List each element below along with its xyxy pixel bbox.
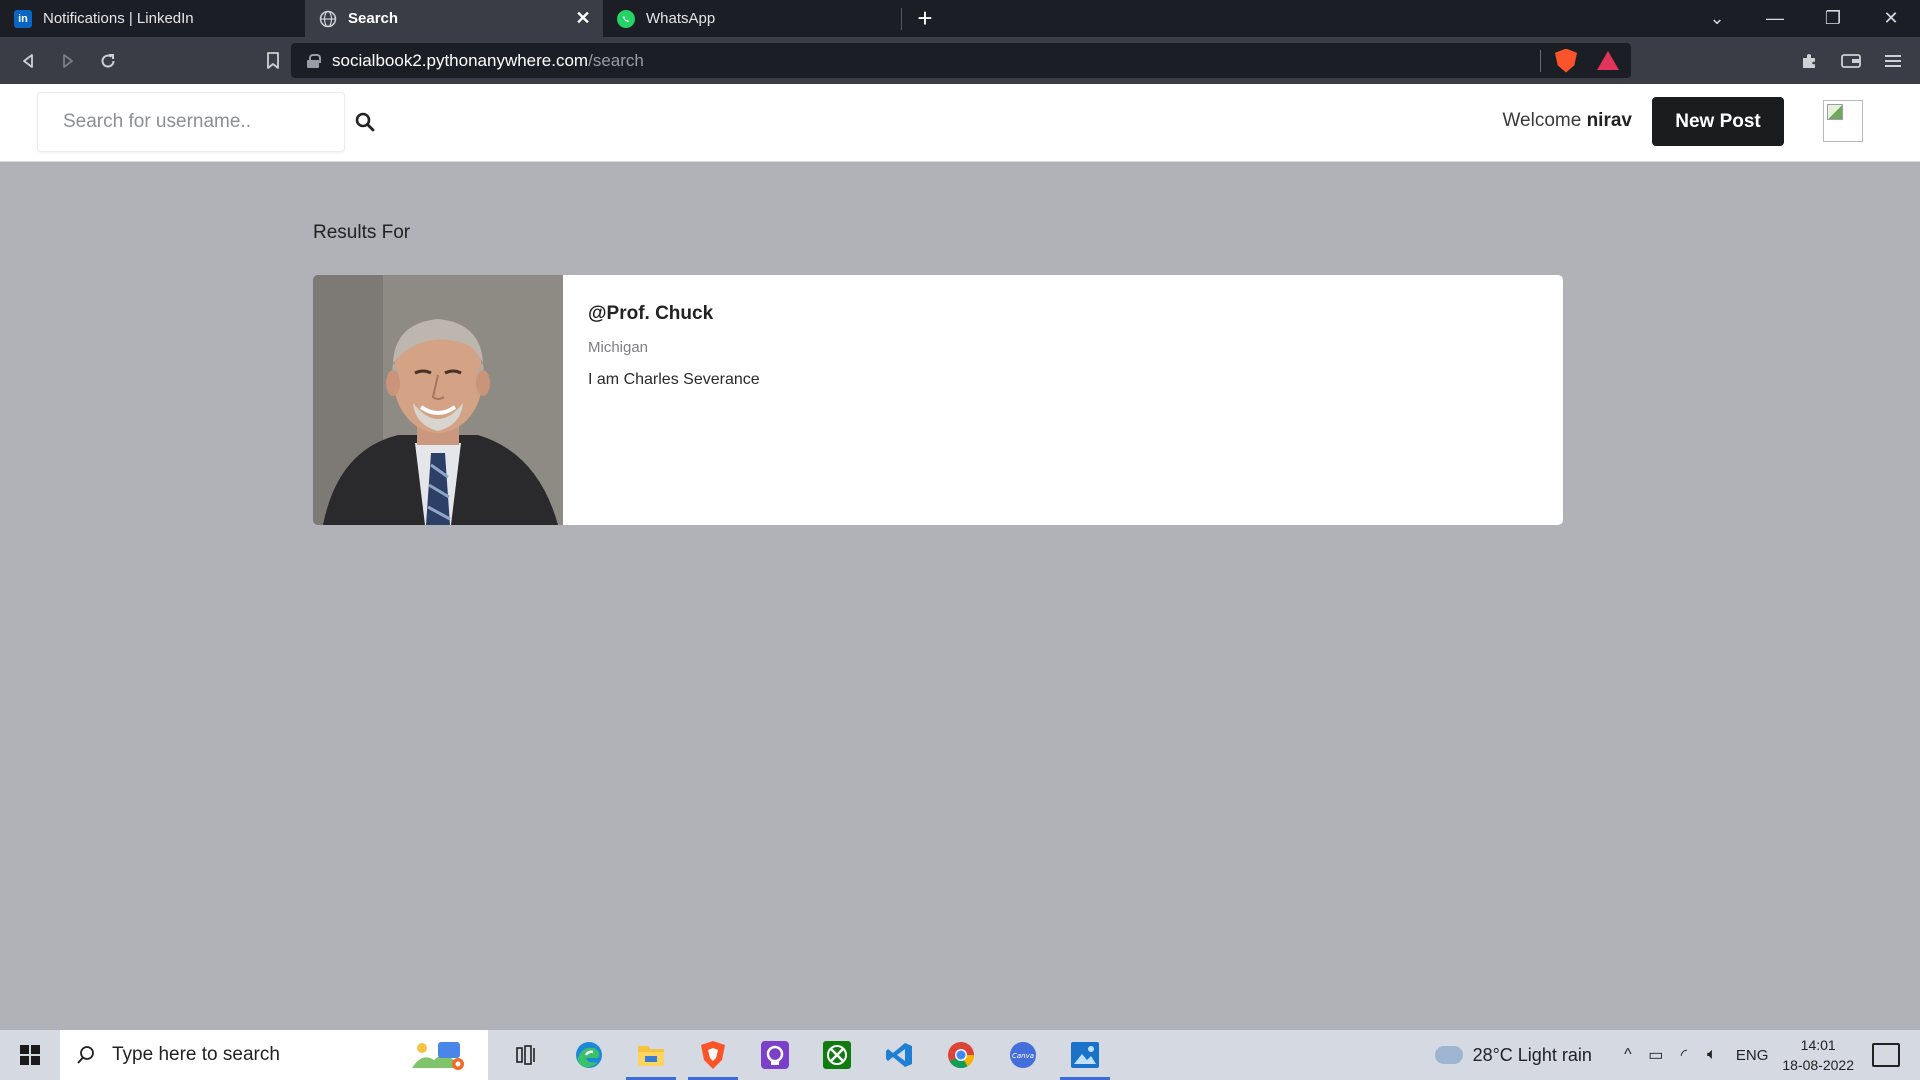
taskbar-apps: Canva — [496, 1030, 1116, 1080]
tab-title: Search — [348, 10, 399, 27]
app-purple-icon[interactable] — [744, 1030, 806, 1080]
forward-icon[interactable] — [48, 41, 88, 81]
tab-title: Notifications | LinkedIn — [43, 10, 194, 27]
close-window-button[interactable]: ✕ — [1862, 0, 1920, 37]
chrome-icon[interactable] — [930, 1030, 992, 1080]
brave-browser-icon[interactable] — [682, 1030, 744, 1080]
search-highlight-icon — [412, 1042, 464, 1070]
brave-rewards-icon[interactable] — [1597, 51, 1619, 70]
username: nirav — [1586, 110, 1632, 131]
whatsapp-icon — [617, 9, 635, 28]
lock-icon — [307, 53, 321, 68]
search-icon — [77, 1046, 94, 1064]
new-tab-button[interactable]: + — [902, 0, 948, 37]
windows-icon — [20, 1045, 40, 1065]
vscode-icon[interactable] — [868, 1030, 930, 1080]
file-explorer-icon[interactable] — [620, 1030, 682, 1080]
search-container — [37, 92, 345, 152]
globe-icon — [319, 10, 337, 28]
tab-title: WhatsApp — [646, 10, 716, 27]
wallet-icon[interactable] — [1830, 37, 1872, 84]
start-button[interactable] — [0, 1030, 60, 1080]
svg-text:Canva: Canva — [1012, 1052, 1034, 1060]
xbox-icon[interactable] — [806, 1030, 868, 1080]
result-username[interactable]: @Prof. Chuck — [588, 303, 713, 325]
weather-widget[interactable]: 28°C Light rain — [1434, 1044, 1592, 1066]
url-path: /search — [588, 50, 644, 70]
clock[interactable]: 14:01 18-08-2022 — [1782, 1035, 1854, 1075]
result-location: Michigan — [588, 339, 649, 356]
avatar[interactable] — [1823, 100, 1863, 142]
photos-icon[interactable] — [1054, 1030, 1116, 1080]
result-bio: I am Charles Severance — [588, 371, 760, 388]
search-icon — [355, 112, 375, 132]
browser-tab-bar: in Notifications | LinkedIn Search ✕ Wha… — [0, 0, 1920, 37]
chevron-up-icon[interactable]: ^ — [1614, 1046, 1642, 1064]
user-result-card[interactable]: @Prof. Chuck Michigan I am Charles Sever… — [313, 275, 1563, 525]
bookmark-icon[interactable] — [253, 41, 293, 81]
tab-search[interactable]: Search ✕ — [305, 0, 603, 37]
linkedin-icon: in — [14, 9, 32, 28]
wifi-icon[interactable]: ◜ — [1670, 1045, 1698, 1065]
window-controls: ⌄ — ❐ ✕ — [1688, 0, 1920, 37]
weather-text: 28°C Light rain — [1472, 1044, 1592, 1065]
volume-icon[interactable]: 🔈︎ — [1698, 1046, 1726, 1064]
windows-taskbar: Type here to search Canva 28°C Light rai… — [0, 1030, 1920, 1080]
tab-whatsapp[interactable]: WhatsApp — [603, 0, 901, 37]
new-post-button[interactable]: New Post — [1652, 97, 1784, 146]
brave-shield-icon[interactable] — [1555, 48, 1577, 73]
divider — [1540, 49, 1541, 72]
site-header: Welcome nirav New Post — [0, 84, 1920, 162]
address-bar[interactable]: socialbook2.pythonanywhere.com/search — [291, 43, 1631, 78]
welcome-text: Welcome — [1502, 110, 1582, 131]
welcome-message: Welcome nirav — [1502, 110, 1632, 132]
taskbar-search-label: Type here to search — [112, 1044, 280, 1065]
task-view-icon[interactable] — [496, 1030, 558, 1080]
back-icon[interactable] — [8, 41, 48, 81]
battery-icon[interactable]: ▭ — [1642, 1045, 1670, 1065]
close-icon[interactable]: ✕ — [573, 8, 593, 28]
edge-icon[interactable] — [558, 1030, 620, 1080]
restore-button[interactable]: ❐ — [1804, 0, 1862, 37]
system-tray: 28°C Light rain ^ ▭ ◜ 🔈︎ ENG 14:01 18-08… — [1434, 1030, 1920, 1080]
tab-linkedin[interactable]: in Notifications | LinkedIn — [0, 0, 305, 37]
toolbar-right — [1788, 37, 1920, 84]
search-button[interactable] — [355, 110, 379, 134]
url-host: socialbook2.pythonanywhere.com — [332, 50, 589, 70]
clock-date: 18-08-2022 — [1782, 1057, 1854, 1073]
search-input[interactable] — [63, 111, 323, 133]
notification-icon[interactable] — [1872, 1043, 1900, 1067]
minimize-button[interactable]: — — [1746, 0, 1804, 37]
language-indicator[interactable]: ENG — [1736, 1047, 1769, 1064]
canva-icon[interactable]: Canva — [992, 1030, 1054, 1080]
taskbar-search[interactable]: Type here to search — [60, 1030, 488, 1080]
menu-icon[interactable] — [1872, 37, 1914, 84]
extensions-icon[interactable] — [1788, 37, 1830, 84]
profile-photo[interactable] — [313, 275, 563, 525]
results-heading: Results For — [313, 222, 411, 243]
reload-icon[interactable] — [88, 41, 128, 81]
browser-toolbar: socialbook2.pythonanywhere.com/search — [0, 37, 1920, 84]
address-bar-actions — [1540, 43, 1631, 78]
clock-time: 14:01 — [1800, 1037, 1836, 1053]
tab-search-dropdown-icon[interactable]: ⌄ — [1688, 0, 1746, 37]
weather-rain-icon — [1434, 1046, 1463, 1064]
